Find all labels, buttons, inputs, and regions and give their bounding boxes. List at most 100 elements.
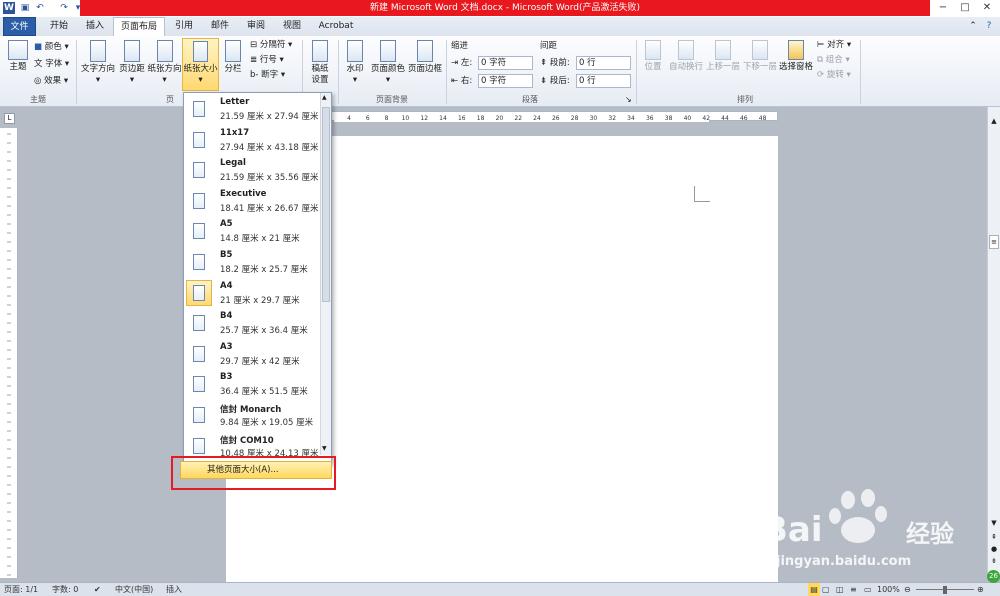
bring-forward-button[interactable]: 上移一层 xyxy=(705,40,741,73)
indent-left-input[interactable]: 0 字符 xyxy=(478,56,533,70)
paper-size-item[interactable]: Letter 21.59 厘米 x 27.94 厘米 xyxy=(184,94,320,124)
paper-size-item[interactable]: B4 25.7 厘米 x 36.4 厘米 xyxy=(184,308,320,338)
paper-size-item[interactable]: Executive 18.41 厘米 x 26.67 厘米 xyxy=(184,186,320,216)
proofing-icon[interactable]: ✔ xyxy=(94,583,101,596)
scroll-down-icon[interactable]: ▼ xyxy=(989,519,999,531)
spacing-after-input[interactable]: 0 行 xyxy=(576,74,631,88)
tab-mailings[interactable]: 邮件 xyxy=(203,17,237,36)
paper-size-name: Executive xyxy=(220,188,267,199)
margins-button[interactable]: 页边距 ▾ xyxy=(117,40,147,86)
paper-size-item[interactable]: B5 18.2 厘米 x 25.7 厘米 xyxy=(184,247,320,277)
minimize-ribbon-icon[interactable]: ⌃ xyxy=(967,17,979,36)
spacing-before-input[interactable]: 0 行 xyxy=(576,56,631,70)
theme-colors-button[interactable]: ■ 颜色 ▾ xyxy=(34,41,69,53)
group-objects-button[interactable]: ⧉ 组合 ▾ xyxy=(817,54,850,66)
columns-button[interactable]: 分栏 xyxy=(222,40,244,75)
line-numbers-button[interactable]: ≣ 行号 ▾ xyxy=(250,54,284,66)
watermark-brand: Bai xyxy=(762,510,823,550)
save-icon[interactable]: ▣ xyxy=(19,2,31,14)
tab-acrobat[interactable]: Acrobat xyxy=(313,17,359,36)
page-size-icon xyxy=(193,162,205,179)
tab-page-layout[interactable]: 页面布局 xyxy=(113,17,165,37)
fonts-label: 字体 xyxy=(45,59,63,69)
send-backward-button[interactable]: 下移一层 xyxy=(742,40,778,73)
tab-home[interactable]: 开始 xyxy=(42,17,76,36)
position-button[interactable]: 位置 xyxy=(640,40,666,73)
page-color-button[interactable]: 页面颜色 ▾ xyxy=(370,40,406,86)
zoom-slider-thumb[interactable] xyxy=(943,586,947,594)
draft-view-icon[interactable]: ▭ xyxy=(864,583,872,596)
watermark-button[interactable]: 水印 ▾ xyxy=(342,40,368,86)
rotate-button[interactable]: ⟳ 旋转 ▾ xyxy=(817,69,851,81)
zoom-level[interactable]: 100% xyxy=(877,583,900,596)
page-size-icon xyxy=(193,223,205,240)
theme-effects-button[interactable]: ◎ 效果 ▾ xyxy=(34,75,68,87)
outline-view-icon[interactable]: ≡ xyxy=(850,583,857,596)
text-direction-button[interactable]: 文字方向 ▾ xyxy=(80,40,116,86)
status-page[interactable]: 页面: 1/1 xyxy=(4,583,38,596)
vertical-scrollbar[interactable]: ▲ ≡ ▼ ⇞ ● ⇟ xyxy=(987,107,1000,577)
paper-size-name: B3 xyxy=(220,372,233,383)
paper-size-item[interactable]: B3 36.4 厘米 x 51.5 厘米 xyxy=(184,369,320,399)
paper-size-button[interactable]: 纸张大小 ▾ xyxy=(182,38,219,91)
spacing-after-value: 0 行 xyxy=(579,76,596,86)
next-page-icon[interactable]: ⇟ xyxy=(989,557,999,569)
web-layout-view-icon[interactable]: ◫ xyxy=(836,583,844,596)
breaks-button[interactable]: ⊟ 分隔符 ▾ xyxy=(250,39,292,51)
status-word-count[interactable]: 字数: 0 xyxy=(52,583,78,596)
maximize-button[interactable]: □ xyxy=(954,1,976,15)
watermark-brand-suffix: 经验 xyxy=(906,520,954,548)
paper-size-item[interactable]: A3 29.7 厘米 x 42 厘米 xyxy=(184,339,320,369)
browse-object-icon[interactable]: ● xyxy=(989,545,999,557)
status-insert-mode[interactable]: 插入 xyxy=(166,583,182,596)
tab-review[interactable]: 审阅 xyxy=(239,17,273,36)
undo-icon[interactable]: ↶ xyxy=(34,2,46,14)
paper-size-item[interactable]: A4 21 厘米 x 29.7 厘米 xyxy=(184,278,320,308)
scrollbar-thumb[interactable]: ≡ xyxy=(989,235,999,249)
previous-page-icon[interactable]: ⇞ xyxy=(989,533,999,545)
tab-insert[interactable]: 插入 xyxy=(78,17,112,36)
redo-icon[interactable]: ↷ xyxy=(58,2,70,14)
paper-size-name: 11x17 xyxy=(220,127,250,138)
dropdown-scrollbar[interactable]: ▲ ▼ xyxy=(320,93,331,455)
theme-fonts-button[interactable]: 文 字体 ▾ xyxy=(34,58,69,70)
paper-size-item[interactable]: 信封 Monarch 9.84 厘米 x 19.05 厘米 xyxy=(184,400,320,430)
dropdown-scrollbar-thumb[interactable] xyxy=(322,107,330,302)
dropdown-scroll-up-icon[interactable]: ▲ xyxy=(322,94,327,101)
minimize-button[interactable]: − xyxy=(932,1,954,15)
status-language[interactable]: 中文(中国) xyxy=(115,583,153,596)
zoom-out-icon[interactable]: ⊖ xyxy=(904,583,911,596)
align-button[interactable]: ⊨ 对齐 ▾ xyxy=(817,39,851,51)
tab-references[interactable]: 引用 xyxy=(167,17,201,36)
zoom-in-icon[interactable]: ⊕ xyxy=(977,583,984,596)
ruler-label: 48 xyxy=(759,115,767,122)
hyphenation-label: 断字 xyxy=(261,70,279,80)
ruler-label: 18 xyxy=(477,115,485,122)
rotate-icon: ⟳ xyxy=(817,70,825,80)
ruler-label: 4 xyxy=(347,115,351,122)
print-layout-view-icon[interactable]: ▤ xyxy=(808,583,820,596)
hyphenation-button[interactable]: b‐ 断字 ▾ xyxy=(250,69,285,81)
orientation-button[interactable]: 纸张方向 ▾ xyxy=(147,40,182,86)
manuscript-settings-button[interactable]: 稿纸 设置 xyxy=(305,40,335,86)
tab-selector-icon[interactable]: L xyxy=(4,113,15,124)
dropdown-scroll-down-icon[interactable]: ▼ xyxy=(322,445,327,452)
full-screen-view-icon[interactable]: ▢ xyxy=(822,583,830,596)
close-button[interactable]: ✕ xyxy=(976,1,998,15)
indent-right-input[interactable]: 0 字符 xyxy=(478,74,533,88)
paper-size-item[interactable]: Legal 21.59 厘米 x 35.56 厘米 xyxy=(184,155,320,185)
vertical-ruler[interactable] xyxy=(0,128,18,578)
page-borders-button[interactable]: 页面边框 xyxy=(406,40,444,75)
wrap-text-button[interactable]: 自动换行 xyxy=(668,40,704,73)
paper-size-item[interactable]: 11x17 27.94 厘米 x 43.18 厘米 xyxy=(184,125,320,155)
tab-view[interactable]: 视图 xyxy=(275,17,309,36)
ruler-label: 16 xyxy=(458,115,466,122)
scroll-up-icon[interactable]: ▲ xyxy=(989,117,999,129)
themes-button[interactable]: 主题 xyxy=(4,40,32,73)
paper-size-dimensions: 21.59 厘米 x 35.56 厘米 xyxy=(220,173,319,184)
paragraph-dialog-launcher-icon[interactable]: ↘ xyxy=(625,95,632,104)
tab-file[interactable]: 文件 xyxy=(3,17,36,36)
selection-pane-button[interactable]: 选择窗格 xyxy=(778,40,814,73)
help-icon[interactable]: ? xyxy=(983,17,995,36)
paper-size-item[interactable]: A5 14.8 厘米 x 21 厘米 xyxy=(184,216,320,246)
